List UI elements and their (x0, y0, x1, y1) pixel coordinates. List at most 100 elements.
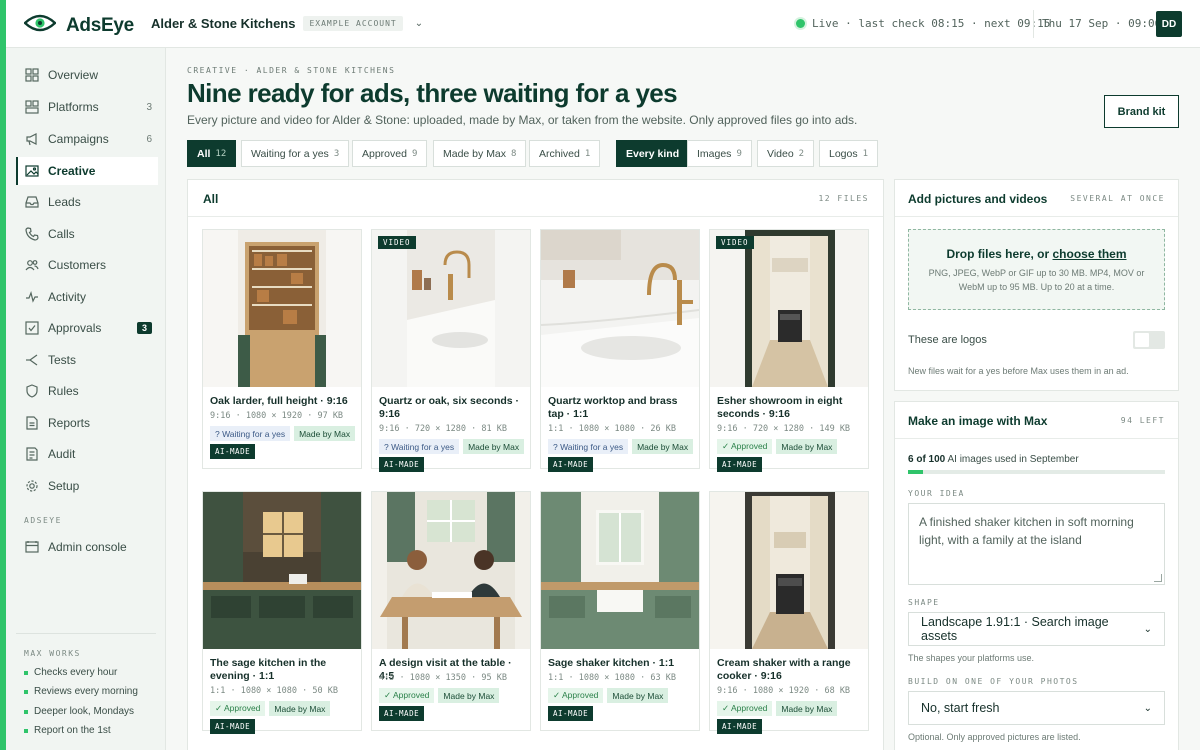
report-icon (25, 416, 39, 430)
sidebar-item-count: 3 (146, 101, 152, 113)
filter-approved[interactable]: Approved 9 (352, 140, 428, 167)
filter-label: Every kind (626, 147, 680, 160)
asset-thumbnail[interactable] (203, 230, 361, 387)
sidebar-item-campaigns[interactable]: Campaigns 6 (16, 125, 158, 153)
max-works-item: Deeper look, Mondays (24, 706, 134, 717)
logos-toggle[interactable] (1133, 331, 1165, 349)
drop-zone[interactable]: Drop files here, or choose them PNG, JPE… (908, 229, 1165, 310)
filter-count: 12 (215, 148, 227, 159)
asset-meta: 9:16 · 1080 × 1920 · 68 KB (717, 686, 851, 696)
asset-thumbnail[interactable]: VIDEO (710, 230, 868, 387)
sidebar-item-overview[interactable]: Overview (16, 61, 158, 89)
sidebar-item-tests[interactable]: Tests (16, 346, 158, 374)
asset-title: Quartz worktop and brass tap · 1:1 (548, 395, 678, 420)
filter-images[interactable]: Images 9 (687, 140, 752, 167)
filter-label: Waiting for a yes (251, 147, 329, 160)
ai-made-badge: AI-MADE (717, 457, 763, 472)
filter-all[interactable]: All 12 (187, 140, 237, 167)
asset-card[interactable]: The sage kitchen in the evening · 1:1 1:… (202, 491, 362, 734)
asset-thumbnail[interactable] (372, 492, 530, 649)
sidebar-item-admin-console[interactable]: Admin console (16, 533, 158, 561)
brand-kit-button[interactable]: Brand kit (1104, 95, 1179, 128)
filter-every-kind[interactable]: Every kind (616, 140, 690, 167)
inbox-icon (25, 195, 39, 209)
filter-label: Images (697, 147, 732, 160)
account-switcher[interactable]: Alder & Stone Kitchens EXAMPLE ACCOUNT ⌄ (151, 16, 423, 31)
megaphone-icon (25, 132, 39, 146)
choose-files-link[interactable]: choose them (1053, 247, 1127, 261)
app-name: AdsEye (66, 14, 134, 36)
filter-count: 2 (798, 148, 805, 159)
asset-card[interactable]: Quartz worktop and brass tap · 1:1 1:1 ·… (540, 229, 700, 472)
sidebar-item-setup[interactable]: Setup (16, 472, 158, 500)
sidebar-item-audit[interactable]: Audit (16, 440, 158, 468)
bullet-icon (24, 689, 28, 694)
asset-tags: ✓ Approved Made by Max AI-MADE (717, 439, 867, 472)
asset-thumbnail[interactable] (541, 230, 699, 387)
sidebar-item-label: Overview (48, 68, 99, 82)
avatar[interactable]: DD (1156, 11, 1182, 37)
usage-count: 6 of 100 (908, 454, 946, 465)
filter-waiting[interactable]: Waiting for a yes 3 (241, 140, 350, 167)
sidebar-item-creative[interactable]: Creative (16, 157, 158, 185)
made-by-max-badge: Made by Max (269, 701, 331, 716)
sidebar-item-rules[interactable]: Rules (16, 377, 158, 405)
app-logo[interactable]: AdsEye (23, 12, 134, 39)
asset-thumbnail[interactable]: VIDEO (372, 230, 530, 387)
usage-text: 6 of 100 AI images used in September (908, 454, 1079, 465)
divider (1033, 10, 1034, 38)
chevron-down-icon: ⌄ (1143, 702, 1152, 714)
asset-thumbnail[interactable] (710, 492, 868, 649)
divider (16, 633, 156, 634)
max-works-text: Deeper look, Mondays (34, 706, 135, 717)
sidebar-item-reports[interactable]: Reports (16, 409, 158, 437)
filter-count: 1 (584, 148, 591, 159)
filter-logos[interactable]: Logos 1 (819, 140, 879, 167)
shield-icon (25, 384, 39, 398)
asset-thumbnail[interactable] (203, 492, 361, 649)
sidebar-item-badge: 3 (136, 322, 152, 334)
asset-title: The sage kitchen in the evening · 1:1 (210, 657, 327, 682)
asset-card[interactable]: VIDEO Quartz or oak, six seconds · 9:16 … (371, 229, 531, 472)
asset-tags: ✓ Approved Made by Max AI-MADE (548, 688, 698, 721)
filter-video[interactable]: Video 2 (757, 140, 815, 167)
sidebar-item-leads[interactable]: Leads (16, 188, 158, 216)
sidebar-item-label: Audit (48, 447, 76, 461)
idea-input[interactable]: A finished shaker kitchen in soft mornin… (908, 503, 1165, 585)
sidebar-item-label: Admin console (48, 540, 127, 554)
build-select[interactable]: No, start fresh ⌄ (908, 691, 1165, 725)
sidebar-item-customers[interactable]: Customers (16, 251, 158, 279)
asset-card[interactable]: A design visit at the table · 4:5 4:5 · … (371, 491, 531, 731)
sidebar-item-label: Campaigns (48, 132, 109, 146)
status-badge: ✓ Approved (717, 439, 773, 454)
sidebar-item-activity[interactable]: Activity (16, 283, 158, 311)
asset-title: Cream shaker with a range cooker · 9:16 (717, 657, 851, 682)
filter-archived[interactable]: Archived 1 (529, 140, 601, 167)
shape-value: Landscape 1.91:1 · Search image assets (921, 615, 1109, 643)
bullet-icon (24, 709, 28, 714)
sidebar-item-label: Setup (48, 479, 80, 493)
upload-title: Add pictures and videos (908, 192, 1048, 206)
asset-card[interactable]: Cream shaker with a range cooker · 9:16 … (709, 491, 869, 734)
status-badge: ✓ Approved (548, 688, 604, 703)
sidebar-item-platforms[interactable]: Platforms 3 (16, 93, 158, 121)
asset-card[interactable]: VIDEO Esher showroom in eight seconds · … (709, 229, 869, 472)
shape-help: The shapes your platforms use. (908, 653, 1035, 663)
asset-tags: ✓ Approved Made by Max AI-MADE (210, 701, 360, 734)
chevron-down-icon[interactable]: ⌄ (415, 18, 423, 29)
made-by-max-badge: Made by Max (632, 439, 694, 454)
asset-thumbnail[interactable] (541, 492, 699, 649)
phone-icon (25, 227, 39, 241)
audit-icon (25, 447, 39, 461)
filter-made-by-max[interactable]: Made by Max 8 (433, 140, 527, 167)
filter-count: 1 (862, 148, 869, 159)
sidebar-item-approvals[interactable]: Approvals 3 (16, 314, 158, 342)
resize-grip-icon[interactable] (1154, 574, 1162, 582)
idea-label: YOUR IDEA (908, 489, 965, 498)
asset-meta: 4:5 · 1080 × 1350 · 95 KB (379, 673, 507, 683)
shape-select[interactable]: Landscape 1.91:1 · Search image assets ⌄ (908, 612, 1165, 646)
asset-card[interactable]: Oak larder, full height · 9:16 9:16 · 10… (202, 229, 362, 469)
asset-card[interactable]: Sage shaker kitchen · 1:1 1:1 · 1080 × 1… (540, 491, 700, 731)
asset-meta: 9:16 · 720 × 1280 · 149 KB (717, 424, 851, 434)
sidebar-item-calls[interactable]: Calls (16, 220, 158, 248)
